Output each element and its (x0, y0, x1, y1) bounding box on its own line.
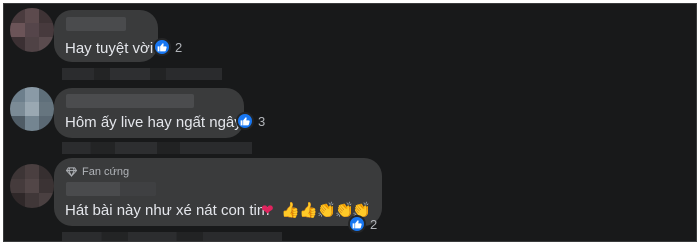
thumbs-up-icon (236, 112, 254, 130)
comment-thread: Hay tuyệt vời 2 Hôm ấy live hay ngất ngâ… (3, 3, 697, 242)
like-count: 3 (258, 113, 266, 129)
avatar[interactable] (10, 164, 54, 208)
like-count: 2 (370, 216, 378, 232)
reaction-summary[interactable]: 2 (348, 215, 377, 233)
diamond-icon (66, 167, 77, 177)
reaction-summary[interactable]: 3 (236, 112, 265, 130)
comment-actions[interactable] (62, 68, 222, 80)
thumbs-up-icon (153, 38, 171, 56)
fan-badge-label: Fan cứng (82, 166, 130, 178)
avatar[interactable] (10, 8, 54, 52)
fan-badge[interactable]: Fan cứng (66, 166, 129, 178)
comment-text: Hát bài này như xé nát con tim (65, 202, 270, 219)
thumbs-up-emoji: 👍 (299, 202, 318, 219)
comment-actions[interactable] (62, 232, 282, 241)
reaction-summary[interactable]: 2 (153, 38, 182, 56)
thumbs-up-icon (348, 215, 366, 233)
comment-bubble: Hay tuyệt vời (54, 10, 158, 62)
clapping-emoji: 👏 (317, 202, 336, 219)
like-count: 2 (175, 39, 183, 55)
comment-actions[interactable] (62, 142, 252, 154)
avatar[interactable] (10, 87, 54, 131)
thumbs-up-emoji: 👍 (281, 202, 300, 219)
author-name[interactable] (66, 182, 156, 196)
author-name[interactable] (66, 17, 126, 31)
comment-text: Hôm ấy live hay ngất ngây (65, 114, 242, 131)
comment-bubble: Hôm ấy live hay ngất ngây (54, 88, 244, 138)
heart-emoji: ❤ (261, 202, 274, 219)
comment-text: Hay tuyệt vời (65, 40, 154, 57)
author-name[interactable] (66, 94, 194, 108)
comment-bubble: Fan cứng Hát bài này như xé nát con tim … (54, 158, 382, 226)
